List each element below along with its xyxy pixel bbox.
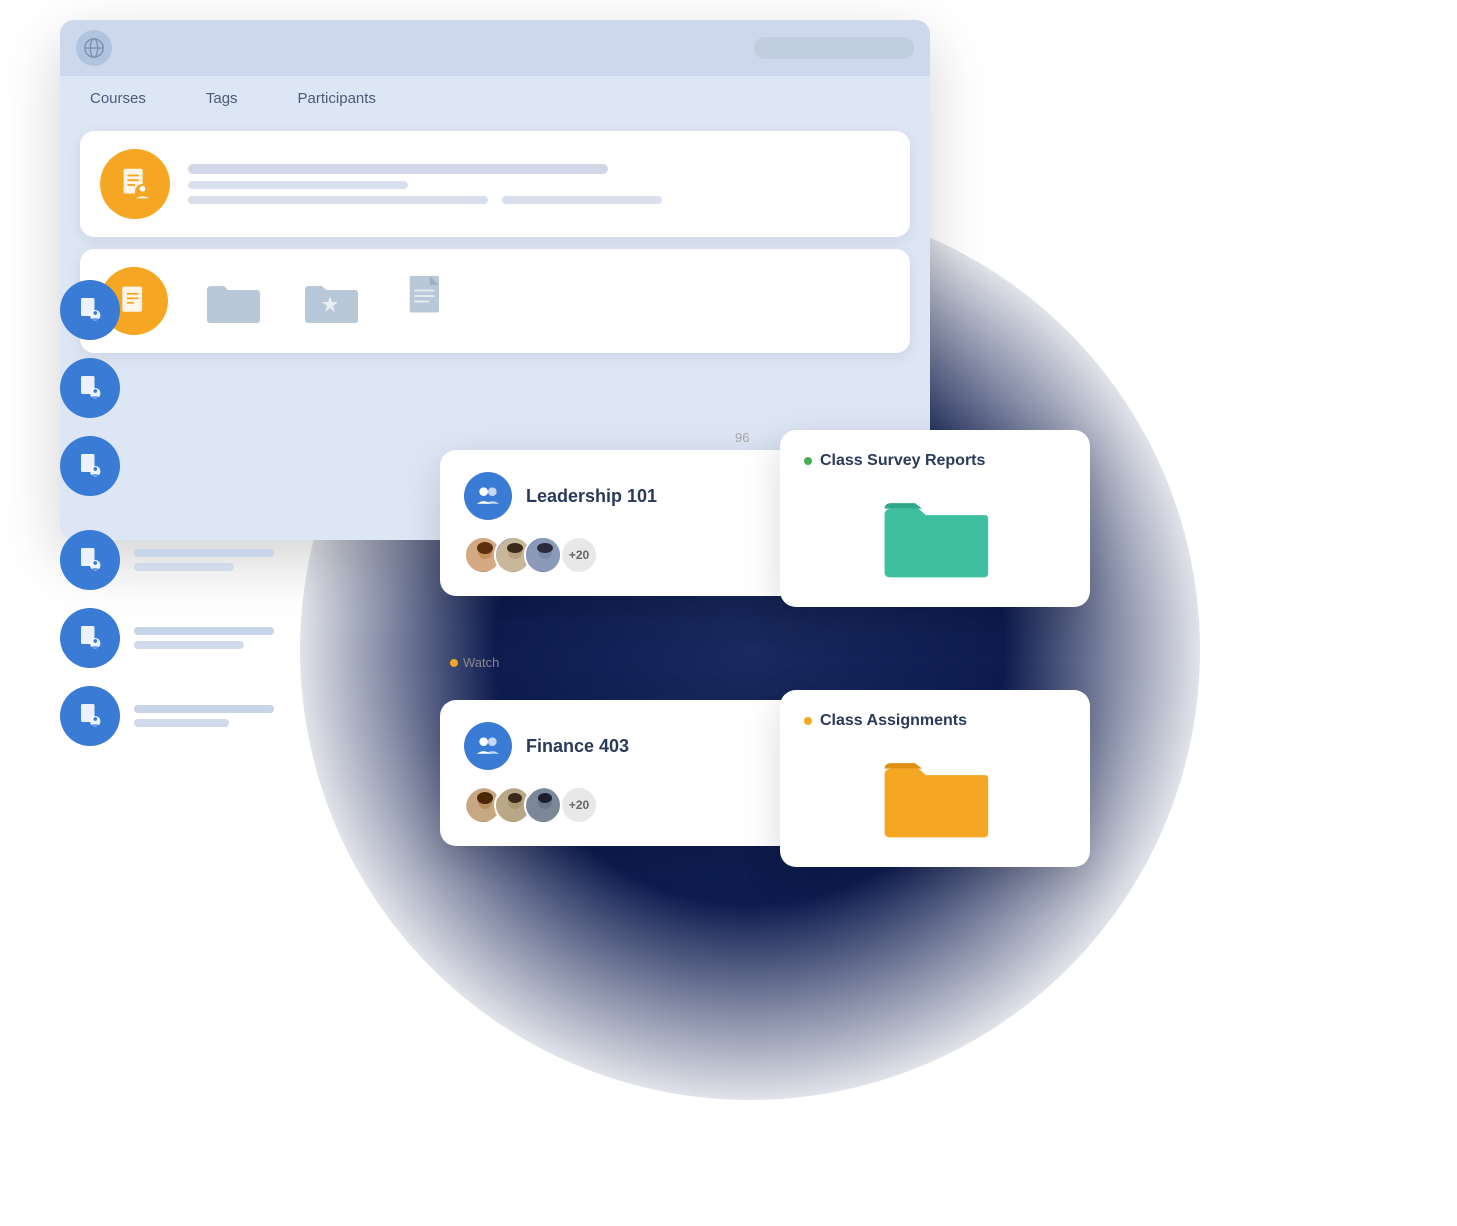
watch-text-1: Watch bbox=[463, 655, 499, 670]
sidebar-row-icon-2 bbox=[60, 608, 120, 668]
survey-title: Class Survey Reports bbox=[820, 452, 985, 470]
line-1 bbox=[188, 164, 608, 174]
leadership-icon bbox=[464, 472, 512, 520]
finance-header: Finance 403 bbox=[464, 722, 786, 770]
search-bar[interactable] bbox=[754, 37, 914, 59]
sidebar-icons bbox=[60, 280, 120, 496]
sidebar-row-icon-3 bbox=[60, 686, 120, 746]
avatar-more-finance: +20 bbox=[560, 786, 598, 824]
file-icon-doc-gray bbox=[394, 267, 462, 335]
nav-tags[interactable]: Tags bbox=[206, 90, 238, 107]
line bbox=[134, 641, 244, 649]
app-nav: Courses Tags Participants bbox=[60, 76, 930, 121]
scene: Courses Tags Participants bbox=[0, 0, 1457, 1226]
survey-header: Class Survey Reports bbox=[804, 452, 1066, 470]
nav-participants[interactable]: Participants bbox=[298, 90, 376, 107]
sidebar-circle-1 bbox=[60, 280, 120, 340]
survey-card[interactable]: Class Survey Reports bbox=[780, 430, 1090, 607]
leadership-card[interactable]: Leadership 101 bbox=[440, 450, 810, 596]
folder-star bbox=[296, 267, 364, 335]
sidebar-row-3[interactable] bbox=[60, 686, 274, 746]
files-card[interactable] bbox=[80, 249, 910, 353]
leadership-title: Leadership 101 bbox=[526, 486, 657, 507]
dot-orange-1 bbox=[450, 659, 458, 667]
sidebar-row-1[interactable] bbox=[60, 530, 274, 590]
folder-teal-icon bbox=[880, 490, 990, 585]
finance-card[interactable]: Finance 403 bbox=[440, 700, 810, 846]
line-2 bbox=[188, 181, 408, 189]
assignments-header: Class Assignments bbox=[804, 712, 1066, 730]
sidebar-icon-row-2 bbox=[60, 358, 120, 418]
avatar-more-leadership: +20 bbox=[560, 536, 598, 574]
line-4 bbox=[502, 196, 662, 204]
line-3 bbox=[188, 196, 488, 204]
finance-icon bbox=[464, 722, 512, 770]
sidebar-icon-row-orange bbox=[60, 280, 120, 340]
sidebar-circle-2 bbox=[60, 358, 120, 418]
avatar-3 bbox=[524, 536, 562, 574]
assignments-card[interactable]: Class Assignments bbox=[780, 690, 1090, 867]
course-icon-orange bbox=[100, 149, 170, 219]
line bbox=[134, 563, 234, 571]
folder-orange-icon bbox=[880, 750, 990, 845]
dot-orange-assignments bbox=[804, 717, 812, 725]
sidebar-row-lines-1 bbox=[134, 549, 274, 571]
line bbox=[134, 705, 274, 713]
avatars-row-finance: +20 bbox=[464, 786, 786, 824]
sidebar-row-2[interactable] bbox=[60, 608, 274, 668]
line bbox=[134, 549, 274, 557]
watch-label-1: Watch bbox=[450, 655, 499, 670]
sidebar-circle-3 bbox=[60, 436, 120, 496]
course-card-main[interactable] bbox=[80, 131, 910, 237]
app-content bbox=[60, 121, 930, 363]
number-badge: 96 bbox=[735, 430, 749, 445]
finance-avatar-3 bbox=[524, 786, 562, 824]
titlebar bbox=[60, 20, 930, 76]
sidebar-rows bbox=[60, 530, 274, 746]
finance-title: Finance 403 bbox=[526, 736, 629, 757]
sidebar-row-lines-3 bbox=[134, 705, 274, 727]
dot-green-survey bbox=[804, 457, 812, 465]
assignments-title: Class Assignments bbox=[820, 712, 967, 730]
line bbox=[134, 719, 229, 727]
avatars-row-leadership: +20 bbox=[464, 536, 786, 574]
sidebar-row-lines-2 bbox=[134, 627, 274, 649]
sidebar-row-icon-1 bbox=[60, 530, 120, 590]
line bbox=[134, 627, 274, 635]
folder-gray-1 bbox=[198, 267, 266, 335]
sidebar-icon-row-3 bbox=[60, 436, 120, 496]
nav-courses[interactable]: Courses bbox=[90, 90, 146, 107]
leadership-header: Leadership 101 bbox=[464, 472, 786, 520]
course-lines bbox=[188, 164, 890, 204]
globe-icon bbox=[76, 30, 112, 66]
